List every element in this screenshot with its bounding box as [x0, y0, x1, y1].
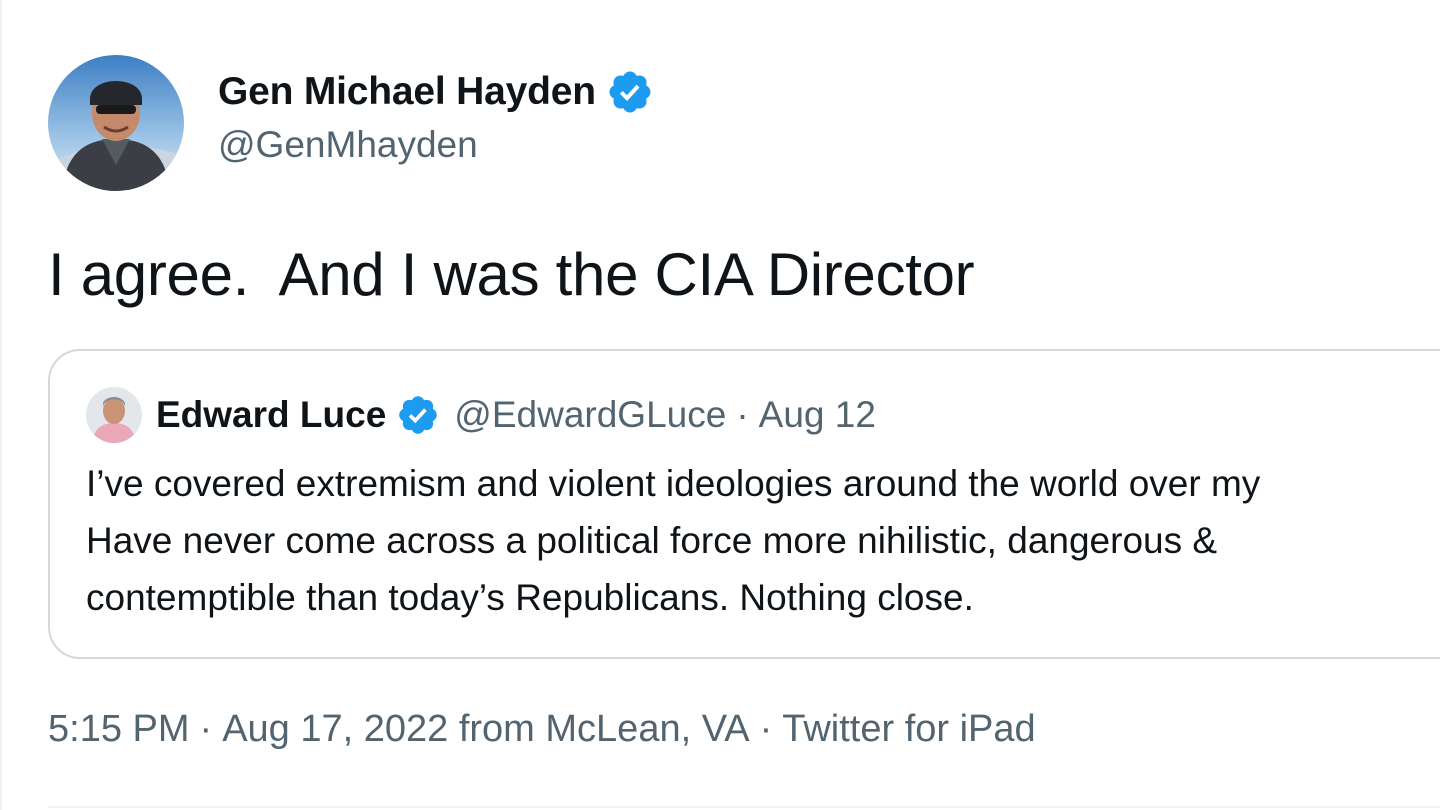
tweet-time[interactable]: 5:15 PM: [48, 708, 190, 750]
author-block: Gen Michael Hayden @GenMhayden: [218, 66, 654, 166]
verified-badge-icon: [606, 68, 654, 116]
separator-dot: ·: [759, 708, 773, 750]
author-handle[interactable]: @GenMhayden: [218, 124, 654, 166]
quoted-tweet-line: Have never come across a political force…: [86, 520, 1218, 561]
quoted-tweet-text: I’ve covered extremism and violent ideol…: [86, 455, 1260, 626]
tweet-source[interactable]: Twitter for iPad: [782, 708, 1035, 750]
divider: [0, 0, 2, 810]
quoted-tweet[interactable]: Edward Luce @EdwardGLuce · Aug 12 I’ve c…: [48, 349, 1440, 659]
separator-dot: ·: [199, 708, 213, 750]
tweet-text: I agree. And I was the CIA Director: [48, 241, 975, 308]
quoted-tweet-header: Edward Luce @EdwardGLuce · Aug 12: [86, 385, 876, 445]
quoted-tweet-date[interactable]: Aug 12: [759, 394, 876, 436]
tweet-date-location[interactable]: Aug 17, 2022 from McLean, VA: [222, 708, 749, 750]
author-avatar[interactable]: [48, 55, 184, 191]
quoted-author-name[interactable]: Edward Luce: [156, 394, 386, 436]
quoted-tweet-line: contemptible than today’s Republicans. N…: [86, 577, 974, 618]
quoted-author-handle[interactable]: @EdwardGLuce: [454, 394, 726, 436]
quoted-author-avatar[interactable]: [86, 387, 142, 443]
author-display-name[interactable]: Gen Michael Hayden: [218, 70, 596, 114]
tweet-card: Gen Michael Hayden @GenMhayden I agree. …: [0, 0, 1440, 810]
verified-badge-icon: [396, 393, 440, 437]
separator-dot: ·: [736, 394, 749, 435]
divider: [48, 806, 1440, 808]
tweet-metadata: 5:15 PM · Aug 17, 2022 from McLean, VA · Twi…: [48, 708, 1036, 751]
quoted-tweet-line: I’ve covered extremism and violent ideol…: [86, 463, 1261, 504]
